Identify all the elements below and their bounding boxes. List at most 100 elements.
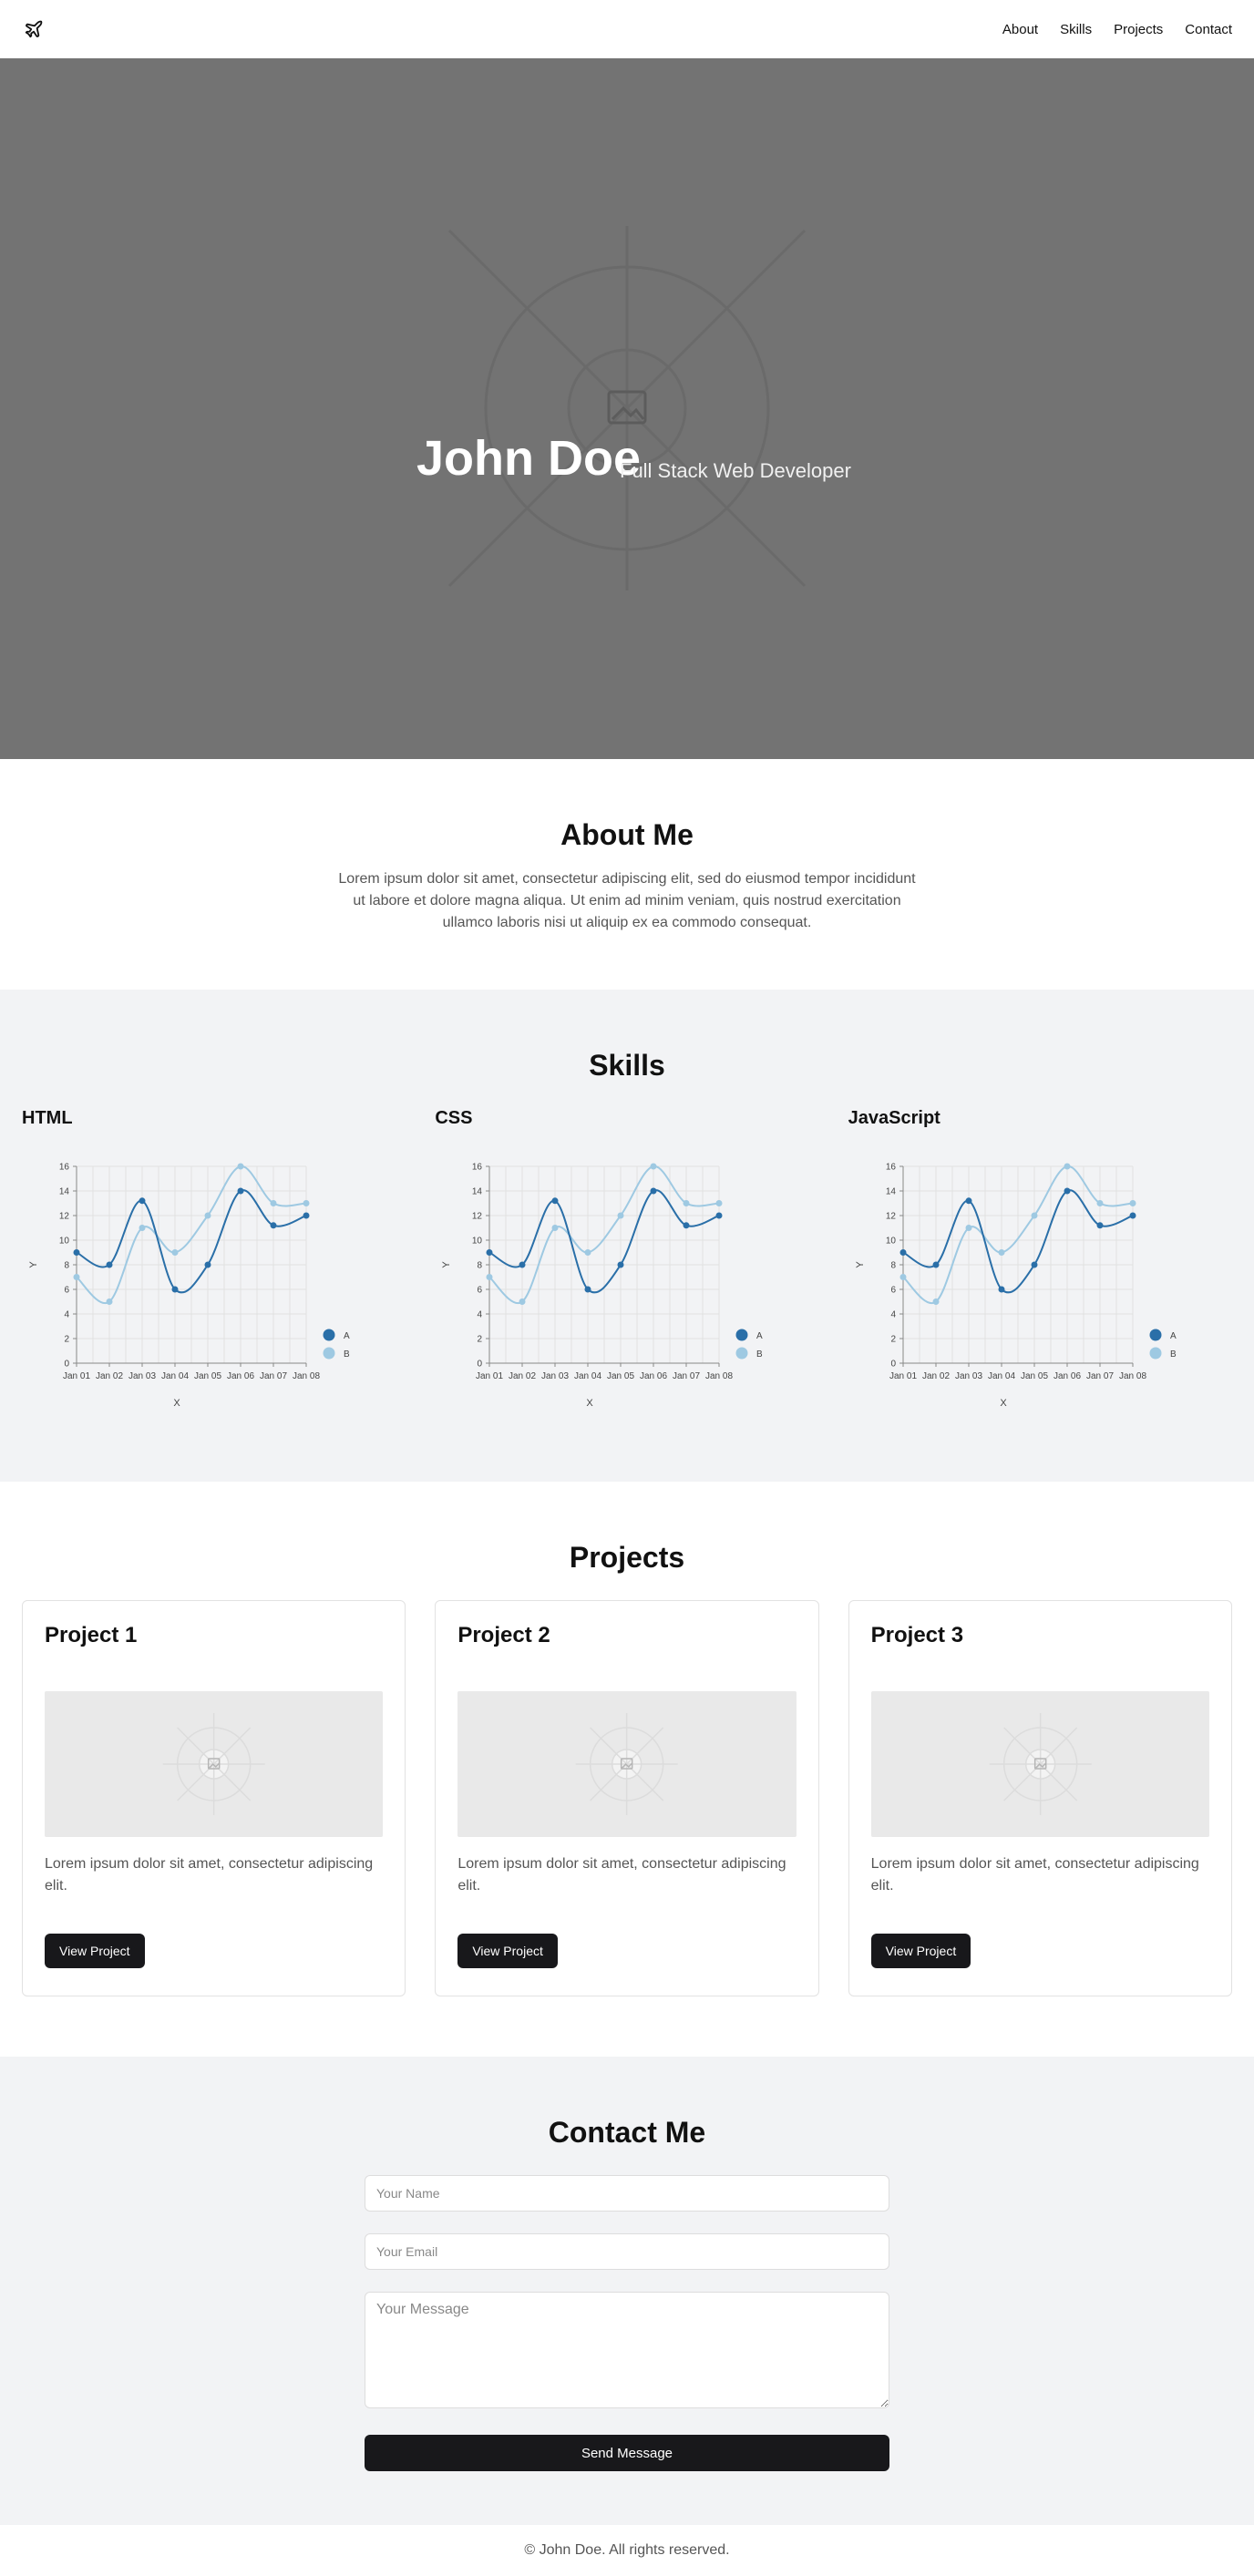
name-input[interactable] bbox=[365, 2175, 889, 2212]
data-point-B bbox=[486, 1274, 493, 1281]
data-point-B bbox=[965, 1225, 972, 1232]
hero-subtitle: Full Stack Web Developer bbox=[620, 459, 851, 482]
data-point-A bbox=[650, 1187, 657, 1195]
footer: © John Doe. All rights reserved. bbox=[0, 2525, 1254, 2576]
data-point-B bbox=[551, 1225, 559, 1232]
x-axis-label: X bbox=[173, 1398, 180, 1409]
project-card: Project 1 Lorem ipsum dolor sit amet, co… bbox=[22, 1600, 406, 1997]
y-axis-label: Y bbox=[28, 1261, 39, 1268]
x-tick-label: Jan 04 bbox=[574, 1371, 601, 1381]
x-tick-label: Jan 05 bbox=[194, 1371, 221, 1381]
data-point-B bbox=[1031, 1212, 1038, 1219]
y-tick-label: 14 bbox=[472, 1187, 483, 1197]
y-tick-label: 6 bbox=[890, 1286, 896, 1296]
view-project-button[interactable]: View Project bbox=[870, 1934, 971, 1969]
hero-section: John Doe Full Stack Web Developer bbox=[0, 58, 1254, 759]
y-tick-label: 10 bbox=[886, 1237, 897, 1247]
x-axis-label: X bbox=[587, 1398, 594, 1409]
data-point-B bbox=[1129, 1200, 1136, 1207]
y-tick-label: 2 bbox=[478, 1335, 483, 1345]
skill-card: HTML 0 2 4 6 8 10 12 14 16 Jan 01 Jan 02 Jan 03 Jan … bbox=[22, 1108, 406, 1453]
y-tick-label: 0 bbox=[64, 1360, 69, 1370]
project-title: Project 3 bbox=[870, 1623, 964, 1648]
data-point-B bbox=[932, 1298, 940, 1306]
data-point-A bbox=[204, 1261, 211, 1268]
view-project-button[interactable]: View Project bbox=[45, 1934, 145, 1969]
x-tick-label: Jan 06 bbox=[227, 1371, 254, 1381]
x-tick-label: Jan 03 bbox=[128, 1371, 156, 1381]
x-tick-label: Jan 06 bbox=[1054, 1371, 1081, 1381]
y-tick-label: 16 bbox=[59, 1163, 70, 1173]
x-tick-label: Jan 08 bbox=[293, 1371, 320, 1381]
data-point-B bbox=[1064, 1163, 1071, 1170]
x-tick-label: Jan 04 bbox=[161, 1371, 189, 1381]
email-input[interactable] bbox=[365, 2233, 889, 2271]
data-point-B bbox=[683, 1200, 690, 1207]
x-tick-label: Jan 05 bbox=[607, 1371, 634, 1381]
nav-link-projects[interactable]: Projects bbox=[1114, 22, 1163, 37]
hero-title: John Doe bbox=[416, 431, 642, 486]
data-point-B bbox=[519, 1298, 526, 1306]
about-title: About Me bbox=[560, 818, 694, 851]
top-navbar: About Skills Projects Contact bbox=[0, 0, 1254, 58]
x-tick-label: Jan 08 bbox=[1119, 1371, 1146, 1381]
data-point-B bbox=[650, 1163, 657, 1170]
legend-marker-A bbox=[1149, 1329, 1162, 1341]
y-axis-label: Y bbox=[441, 1261, 452, 1268]
y-tick-label: 10 bbox=[472, 1237, 483, 1247]
data-point-A bbox=[171, 1286, 179, 1293]
skills-title: Skills bbox=[589, 1049, 665, 1082]
data-point-B bbox=[204, 1212, 211, 1219]
legend-label-B: B bbox=[344, 1350, 350, 1360]
data-point-B bbox=[998, 1249, 1005, 1257]
send-message-button[interactable]: Send Message bbox=[365, 2435, 889, 2472]
x-axis-label: X bbox=[1000, 1398, 1007, 1409]
data-point-A bbox=[998, 1286, 1005, 1293]
data-point-A bbox=[1096, 1222, 1104, 1229]
data-point-A bbox=[237, 1187, 244, 1195]
x-tick-label: Jan 02 bbox=[922, 1371, 950, 1381]
footer-copyright: © John Doe. All rights reserved. bbox=[524, 2542, 730, 2558]
legend-marker-A bbox=[323, 1329, 335, 1341]
legend-label-A: A bbox=[1170, 1331, 1177, 1341]
nav-link-contact[interactable]: Contact bbox=[1185, 22, 1232, 37]
y-axis-label: Y bbox=[855, 1261, 866, 1268]
data-point-A bbox=[1031, 1261, 1038, 1268]
contact-form: Send Message bbox=[365, 2175, 889, 2472]
y-tick-label: 6 bbox=[478, 1286, 483, 1296]
nav-link-skills[interactable]: Skills bbox=[1060, 22, 1092, 37]
y-tick-label: 4 bbox=[478, 1310, 483, 1320]
x-tick-label: Jan 06 bbox=[640, 1371, 667, 1381]
project-image bbox=[45, 1691, 384, 1838]
x-tick-label: Jan 03 bbox=[955, 1371, 982, 1381]
x-tick-label: Jan 01 bbox=[63, 1371, 90, 1381]
project-description: Lorem ipsum dolor sit amet, consectetur … bbox=[457, 1856, 786, 1894]
x-tick-label: Jan 01 bbox=[476, 1371, 503, 1381]
data-point-B bbox=[139, 1225, 146, 1232]
skill-name: HTML bbox=[22, 1108, 73, 1129]
skill-card: CSS 0 2 4 6 8 10 12 14 16 Jan 01 Jan 02 Jan 03 Jan 0… bbox=[435, 1108, 818, 1453]
view-project-button[interactable]: View Project bbox=[457, 1934, 558, 1969]
y-tick-label: 16 bbox=[472, 1163, 483, 1173]
y-tick-label: 2 bbox=[64, 1335, 69, 1345]
message-textarea[interactable] bbox=[365, 2292, 889, 2409]
data-point-B bbox=[303, 1200, 310, 1207]
about-text: Lorem ipsum dolor sit amet, consectetur … bbox=[338, 871, 916, 931]
x-tick-label: Jan 07 bbox=[673, 1371, 700, 1381]
data-point-A bbox=[139, 1197, 146, 1205]
project-card: Project 2 Lorem ipsum dolor sit amet, co… bbox=[435, 1600, 819, 1997]
data-point-B bbox=[1096, 1200, 1104, 1207]
nav-link-about[interactable]: About bbox=[1002, 22, 1038, 37]
data-point-A bbox=[73, 1249, 80, 1257]
project-title: Project 1 bbox=[45, 1623, 138, 1648]
x-tick-label: Jan 04 bbox=[988, 1371, 1015, 1381]
skills-grid: HTML 0 2 4 6 8 10 12 14 16 Jan 01 Jan 02 Jan 03 Jan … bbox=[22, 1108, 1232, 1453]
y-tick-label: 8 bbox=[478, 1261, 483, 1271]
data-point-B bbox=[270, 1200, 277, 1207]
x-tick-label: Jan 02 bbox=[96, 1371, 123, 1381]
data-point-A bbox=[584, 1286, 591, 1293]
data-point-A bbox=[683, 1222, 690, 1229]
legend-label-A: A bbox=[756, 1331, 763, 1341]
project-card: Project 3 Lorem ipsum dolor sit amet, co… bbox=[848, 1600, 1232, 1997]
plane-icon[interactable] bbox=[22, 17, 46, 41]
